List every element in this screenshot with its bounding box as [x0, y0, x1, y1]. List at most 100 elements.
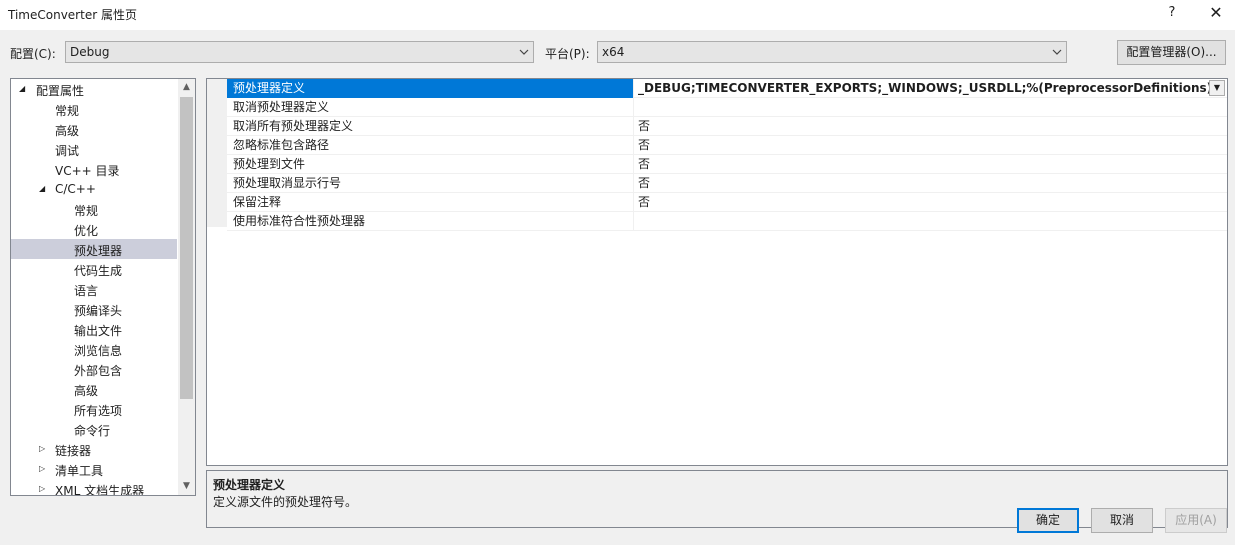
chevron-down-icon: [519, 49, 529, 55]
tree-item-cpp-advanced[interactable]: 高级: [11, 379, 177, 399]
scroll-down-icon[interactable]: ▼: [178, 478, 195, 495]
tree-item-label: 清单工具: [55, 464, 104, 478]
property-name[interactable]: 预处理到文件: [227, 155, 633, 174]
property-value[interactable]: 否: [633, 136, 1227, 155]
dialog-client: 配置(C): Debug 平台(P): x64 配置管理器(O)... ◢ 配置…: [0, 30, 1235, 545]
tree-item-label: 配置属性: [36, 84, 85, 98]
property-name[interactable]: 使用标准符合性预处理器: [227, 212, 633, 231]
tree-item-label: 高级: [74, 384, 99, 398]
property-row[interactable]: 使用标准符合性预处理器: [227, 212, 1227, 231]
collapsed-icon[interactable]: ▷: [39, 464, 47, 473]
tree-item-label: 语言: [74, 284, 99, 298]
description-title: 预处理器定义: [213, 478, 286, 492]
property-row[interactable]: 预处理取消显示行号 否: [227, 174, 1227, 193]
tree-item-general[interactable]: 常规: [11, 99, 177, 119]
config-combo[interactable]: Debug: [65, 41, 534, 63]
tree-item-advanced[interactable]: 高级: [11, 119, 177, 139]
tree-item-label: 命令行: [74, 424, 111, 438]
property-name[interactable]: 保留注释: [227, 193, 633, 212]
scrollbar-thumb[interactable]: [180, 97, 193, 399]
tree-scrollbar[interactable]: ▲ ▼: [178, 79, 195, 495]
tree-item-label: C/C++: [55, 182, 96, 196]
tree-item-label: 高级: [55, 124, 80, 138]
tree-item-label: 预编译头: [74, 304, 123, 318]
description-text: 定义源文件的预处理符号。: [213, 495, 358, 509]
property-grid: 预处理器定义 _DEBUG;TIMECONVERTER_EXPORTS;_WIN…: [206, 78, 1228, 466]
tree-item-label: 调试: [55, 144, 80, 158]
config-manager-button[interactable]: 配置管理器(O)...: [1117, 40, 1226, 65]
tree-item-all-options[interactable]: 所有选项: [11, 399, 177, 419]
property-value[interactable]: 否: [633, 193, 1227, 212]
property-value[interactable]: 否: [633, 155, 1227, 174]
tree-item-xml-doc-generator[interactable]: ▷ XML 文档生成器: [11, 479, 177, 496]
platform-label: 平台(P):: [545, 47, 590, 61]
scroll-up-icon[interactable]: ▲: [178, 79, 195, 96]
tree-item-label: 常规: [55, 104, 80, 118]
property-row[interactable]: 保留注释 否: [227, 193, 1227, 212]
property-value[interactable]: _DEBUG;TIMECONVERTER_EXPORTS;_WINDOWS;_U…: [633, 79, 1227, 98]
tree-item-precompiled-headers[interactable]: 预编译头: [11, 299, 177, 319]
tree-item-linker[interactable]: ▷ 链接器: [11, 439, 177, 459]
property-value-text: _DEBUG;TIMECONVERTER_EXPORTS;_WINDOWS;_U…: [638, 81, 1213, 95]
tree-item-label: 常规: [74, 204, 99, 218]
config-value: Debug: [70, 45, 110, 59]
tree-item-optimization[interactable]: 优化: [11, 219, 177, 239]
property-value[interactable]: 否: [633, 117, 1227, 136]
property-name[interactable]: 取消预处理器定义: [227, 98, 633, 117]
property-name[interactable]: 忽略标准包含路径: [227, 136, 633, 155]
property-name[interactable]: 取消所有预处理器定义: [227, 117, 633, 136]
tree-item-debugging[interactable]: 调试: [11, 139, 177, 159]
cancel-button[interactable]: 取消: [1091, 508, 1153, 533]
tree-item-cpp-general[interactable]: 常规: [11, 199, 177, 219]
property-value[interactable]: [633, 212, 1227, 231]
property-value[interactable]: 否: [633, 174, 1227, 193]
tree-item-browse-info[interactable]: 浏览信息: [11, 339, 177, 359]
collapsed-icon[interactable]: ▷: [39, 484, 47, 493]
chevron-down-icon: ▼: [1213, 83, 1221, 92]
property-name[interactable]: 预处理取消显示行号: [227, 174, 633, 193]
tree-item-preprocessor[interactable]: 预处理器: [11, 239, 177, 259]
tree-item-vc-directories[interactable]: VC++ 目录: [11, 159, 177, 179]
property-row[interactable]: 预处理器定义 _DEBUG;TIMECONVERTER_EXPORTS;_WIN…: [227, 79, 1227, 98]
tree-item-external-includes[interactable]: 外部包含: [11, 359, 177, 379]
tree-item-label: 外部包含: [74, 364, 123, 378]
property-name[interactable]: 预处理器定义: [227, 79, 633, 98]
grid-gutter: [207, 79, 227, 227]
tree-item-code-generation[interactable]: 代码生成: [11, 259, 177, 279]
platform-combo[interactable]: x64: [597, 41, 1067, 63]
tree-item-language[interactable]: 语言: [11, 279, 177, 299]
tree-item-label: 优化: [74, 224, 99, 238]
window-title: TimeConverter 属性页: [8, 8, 137, 22]
tree-item-cpp[interactable]: ◢ C/C++: [11, 179, 177, 199]
apply-button[interactable]: 应用(A): [1165, 508, 1227, 533]
tree-item-label: 浏览信息: [74, 344, 123, 358]
tree-item-output-files[interactable]: 输出文件: [11, 319, 177, 339]
property-row[interactable]: 忽略标准包含路径 否: [227, 136, 1227, 155]
property-row[interactable]: 预处理到文件 否: [227, 155, 1227, 174]
expanded-icon[interactable]: ◢: [39, 184, 47, 193]
tree-item-label: XML 文档生成器: [55, 484, 145, 496]
expanded-icon[interactable]: ◢: [19, 84, 27, 93]
dropdown-button[interactable]: ▼: [1209, 80, 1225, 96]
property-value[interactable]: [633, 98, 1227, 117]
tree-item-label: 所有选项: [74, 404, 123, 418]
tree-item-label: 预处理器: [74, 244, 123, 258]
property-row[interactable]: 取消所有预处理器定义 否: [227, 117, 1227, 136]
platform-value: x64: [602, 45, 625, 59]
chevron-down-icon: [1052, 49, 1062, 55]
close-icon: ✕: [1209, 3, 1223, 22]
tree-item-label: 输出文件: [74, 324, 123, 338]
tree-item-command-line[interactable]: 命令行: [11, 419, 177, 439]
tree-item-label: VC++ 目录: [55, 164, 120, 178]
tree-item-manifest-tool[interactable]: ▷ 清单工具: [11, 459, 177, 479]
property-tree: ◢ 配置属性 常规 高级 调试 VC++ 目录 ◢ C/C++ 常规 优化 预处…: [10, 78, 196, 496]
tree-item-config-properties[interactable]: ◢ 配置属性: [11, 79, 177, 99]
tree-item-label: 链接器: [55, 444, 92, 458]
help-button[interactable]: ?: [1164, 5, 1180, 23]
property-row[interactable]: 取消预处理器定义: [227, 98, 1227, 117]
title-bar: TimeConverter 属性页 ? ✕: [0, 0, 1235, 30]
ok-button[interactable]: 确定: [1017, 508, 1079, 533]
close-button[interactable]: ✕: [1207, 3, 1225, 23]
tree-item-label: 代码生成: [74, 264, 123, 278]
collapsed-icon[interactable]: ▷: [39, 444, 47, 453]
